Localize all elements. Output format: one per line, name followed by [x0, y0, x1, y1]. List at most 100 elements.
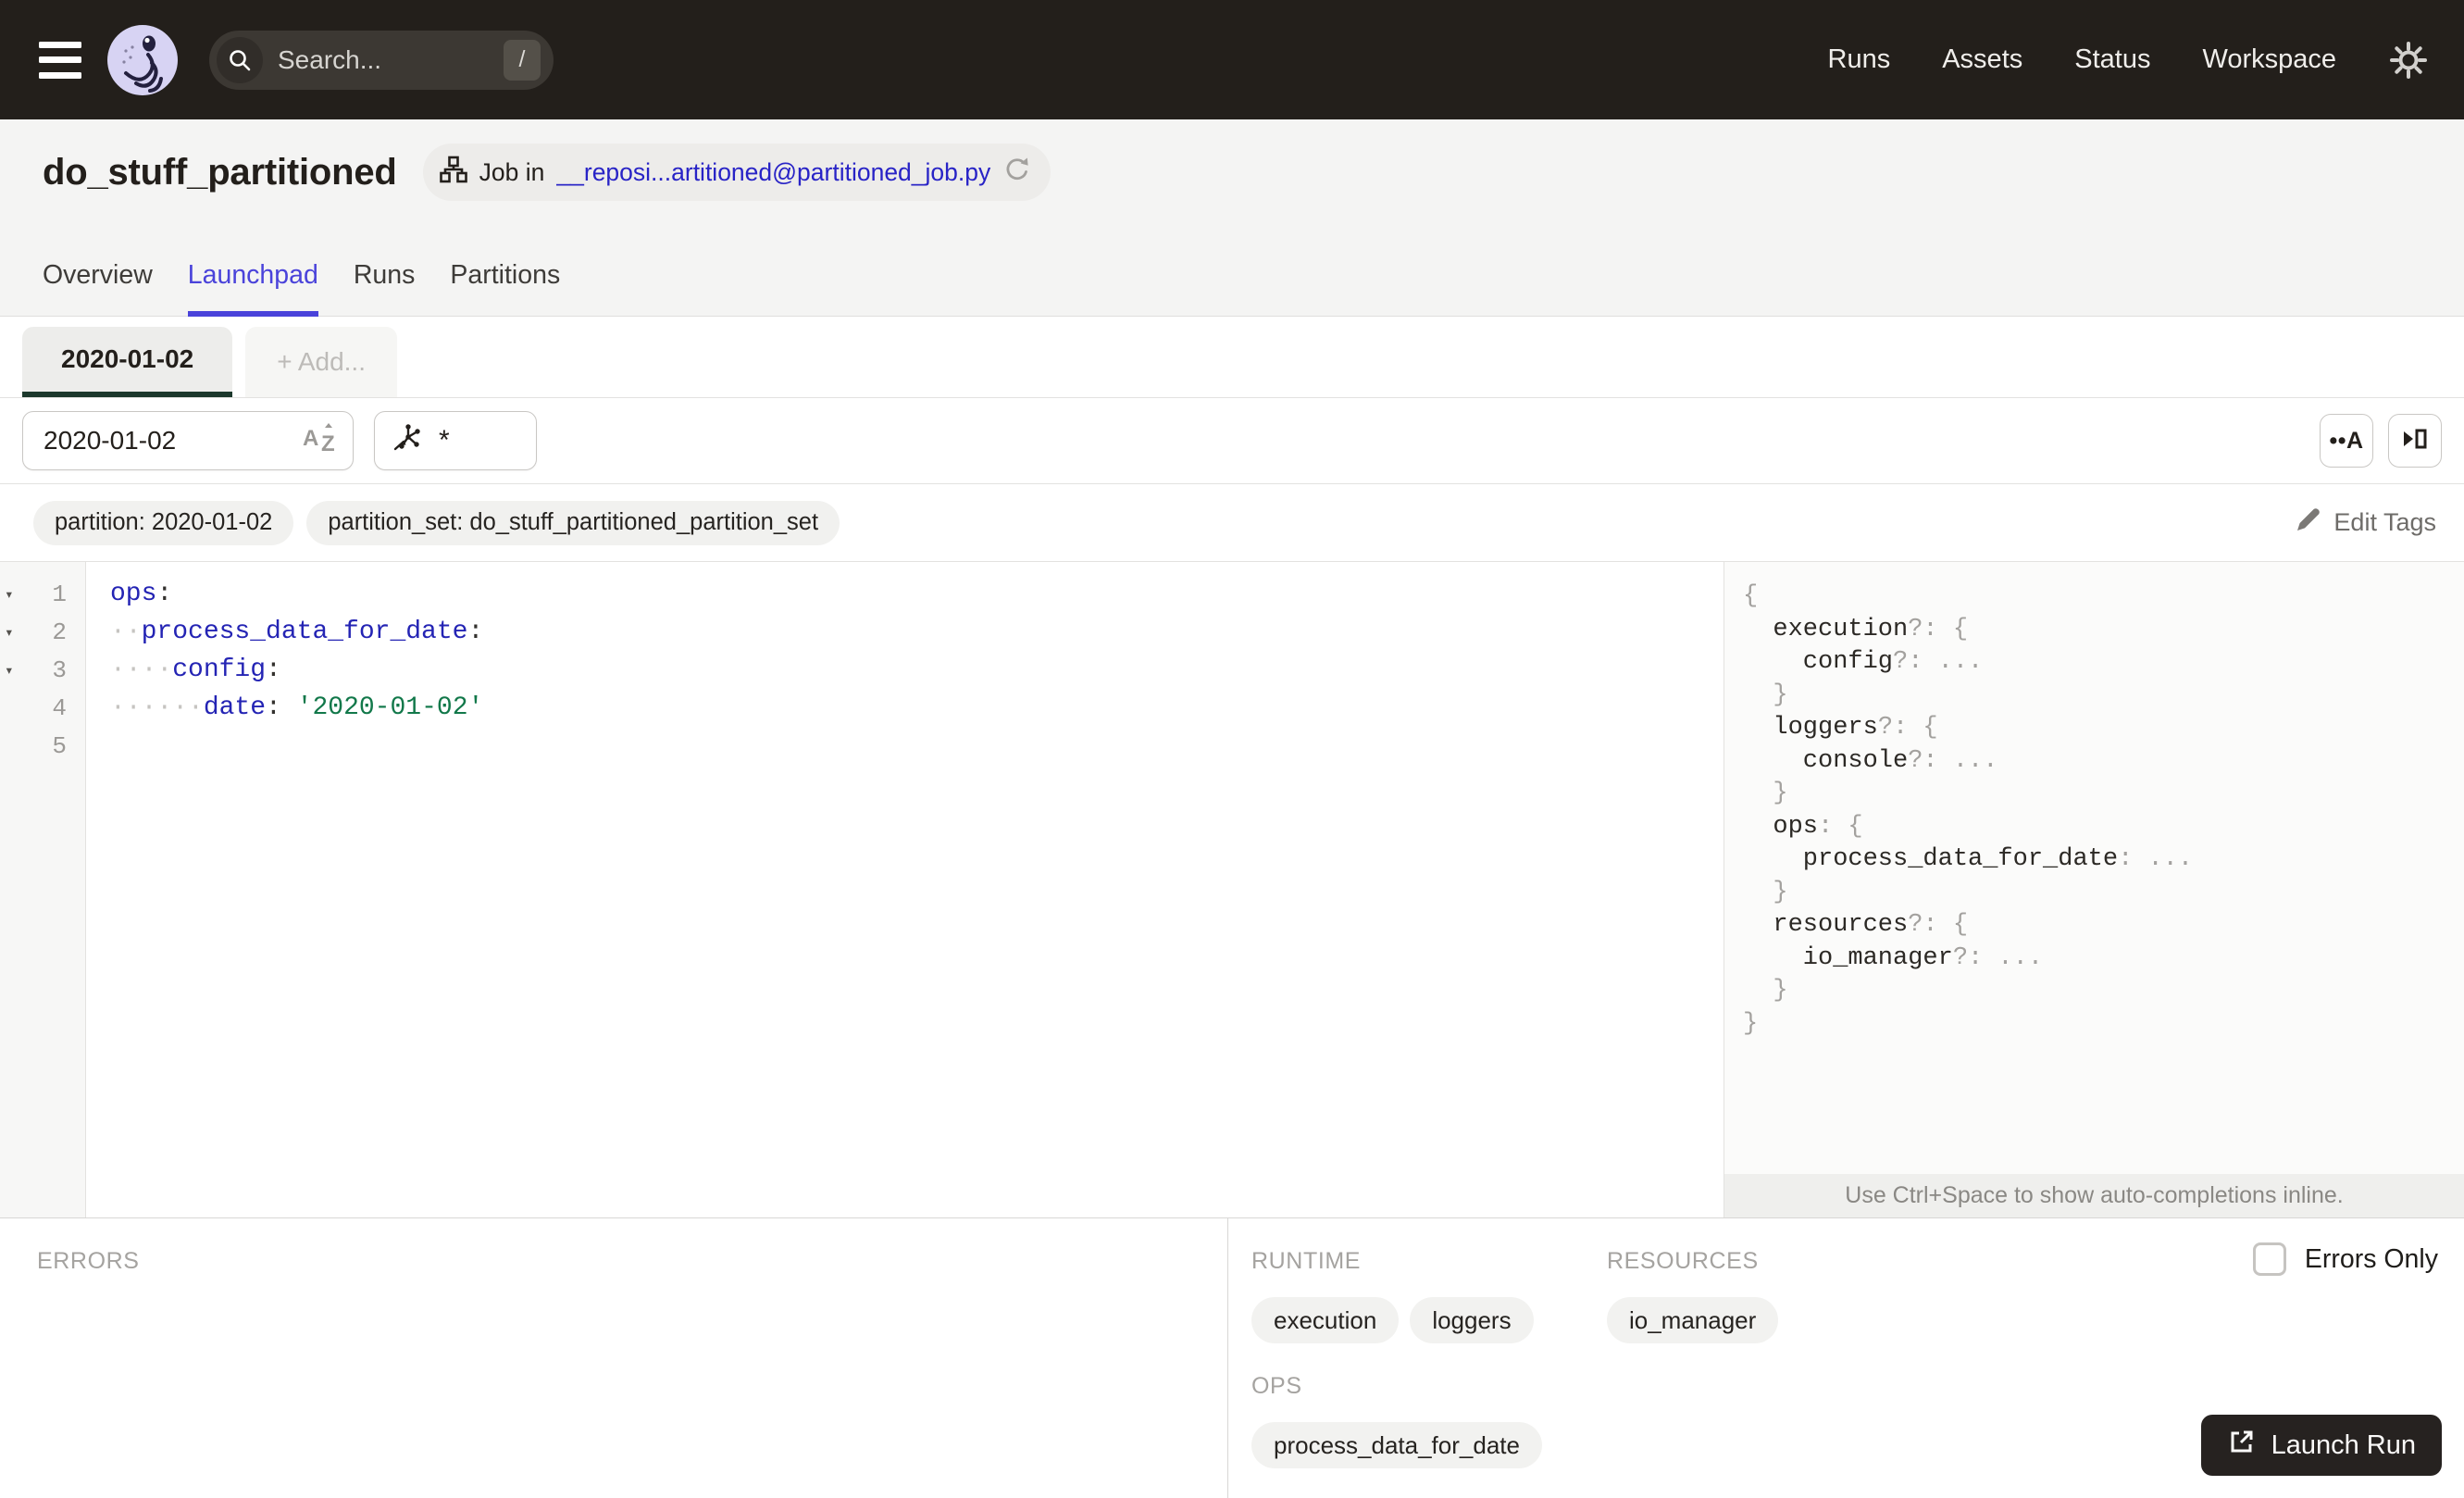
schema-line: } [1773, 780, 1788, 807]
errors-only-control: Errors Only [2252, 1242, 2438, 1276]
tag-partition-set: partition_set: do_stuff_partitioned_part… [306, 500, 840, 545]
gear-icon[interactable] [2388, 40, 2429, 81]
schema-line: } [1743, 1009, 1759, 1038]
launchpad-page: / Runs Assets Status Workspace do_stuff_… [0, 0, 2464, 1498]
tab-overview[interactable]: Overview [43, 260, 153, 316]
errors-only-checkbox[interactable] [2252, 1242, 2286, 1276]
gutter-row: 4 [0, 689, 85, 727]
session-tab-active[interactable]: 2020-01-02 [22, 327, 233, 397]
op-selector[interactable]: * [374, 411, 537, 470]
search-input[interactable] [278, 44, 504, 75]
whitespace-icon: ••A [2329, 427, 2364, 454]
job-origin-badge: Job in __reposi...artitioned@partitioned… [422, 144, 1052, 201]
yaml-editor-textarea[interactable]: ops: ··process_data_for_date: ····config… [86, 562, 1724, 1217]
resources-tag-io-manager[interactable]: io_manager [1606, 1297, 1779, 1343]
tab-runs[interactable]: Runs [354, 260, 416, 316]
sort-alphabetical-icon[interactable]: A Z [301, 420, 338, 462]
gutter-row: 5 [0, 727, 85, 765]
code-line: ····config: [110, 655, 281, 684]
code-line: ··process_data_for_date: [110, 618, 484, 646]
launch-icon [2227, 1427, 2257, 1464]
svg-text:A: A [303, 426, 318, 451]
tab-partitions[interactable]: Partitions [450, 260, 560, 316]
runtime-tag-loggers[interactable]: loggers [1410, 1297, 1534, 1343]
fold-arrow-icon[interactable]: ▾ [5, 585, 14, 604]
resources-column: RESOURCES io_manager [1606, 1248, 1779, 1468]
toggle-whitespace-button[interactable]: ••A [2320, 414, 2373, 468]
fold-arrow-icon[interactable]: ▾ [5, 661, 14, 680]
edit-tags-label: Edit Tags [2333, 508, 2436, 536]
search-icon [217, 36, 263, 83]
bottom-panel: ERRORS RUNTIME execution loggers OPS pro… [0, 1217, 2464, 1498]
line-number: 1 [52, 580, 67, 608]
config-schema-panel: { execution?: { config?: ... } loggers?:… [1724, 562, 2464, 1217]
gutter-row: ▾ 1 [0, 575, 85, 613]
line-number: 5 [52, 731, 67, 760]
ops-tag-process-data-for-date[interactable]: process_data_for_date [1251, 1422, 1542, 1468]
gutter-row: ▾ 3 [0, 651, 85, 689]
session-tab-row: 2020-01-02 + Add... [0, 317, 2464, 398]
schema-line: { [1743, 582, 1759, 610]
editor-region: ▾ 1 ▾ 2 ▾ 3 4 5 ops: ··process_data_for_… [0, 562, 2464, 1217]
nav-link-runs[interactable]: Runs [1828, 44, 1891, 75]
toggle-pane-button[interactable] [2388, 414, 2442, 468]
runtime-heading: RUNTIME [1251, 1248, 1362, 1274]
code-line: ······date: '2020-01-02' [110, 693, 484, 722]
play-pane-icon [2400, 424, 2430, 458]
errors-only-label: Errors Only [2304, 1243, 2438, 1274]
line-number: 4 [52, 693, 67, 722]
schema-line: } [1773, 680, 1788, 709]
partition-picker: A Z [22, 411, 354, 470]
add-session-tab[interactable]: + Add... [245, 327, 397, 397]
job-graph-icon [439, 156, 467, 190]
job-badge-prefix: Job in [479, 157, 545, 186]
tag-partition: partition: 2020-01-02 [33, 500, 294, 545]
ops-column: OPS process_data_for_date [1251, 1373, 1542, 1468]
editor-gutter: ▾ 1 ▾ 2 ▾ 3 4 5 [0, 562, 86, 1217]
schema-line: config?: ... [1802, 648, 1984, 676]
errors-heading: ERRORS [37, 1248, 140, 1274]
reload-icon[interactable] [1002, 155, 1032, 191]
ops-heading: OPS [1251, 1373, 1302, 1399]
line-number: 3 [52, 655, 67, 684]
hamburger-menu-icon[interactable] [39, 41, 81, 79]
errors-pane: ERRORS [0, 1218, 1228, 1498]
code-line: ops: [110, 580, 173, 608]
runtime-column: RUNTIME execution loggers OPS process_da… [1251, 1248, 1542, 1468]
gutter-row: ▾ 2 [0, 613, 85, 651]
search-shortcut-badge: / [504, 39, 541, 81]
launch-run-button[interactable]: Launch Run [2200, 1415, 2442, 1476]
schema-line: execution?: { [1773, 615, 1969, 643]
launch-run-label: Launch Run [2271, 1429, 2416, 1460]
nav-link-workspace[interactable]: Workspace [2202, 44, 2336, 75]
fold-arrow-icon[interactable]: ▾ [5, 623, 14, 642]
nav-links: Runs Assets Status Workspace [1828, 44, 2336, 75]
schema-line: resources?: { [1773, 911, 1969, 939]
nav-link-assets[interactable]: Assets [1942, 44, 2022, 75]
op-graph-icon [392, 420, 425, 461]
line-number: 2 [52, 618, 67, 646]
schema-line: } [1773, 878, 1788, 906]
title-row: do_stuff_partitioned Job in __reposi...a… [43, 144, 2464, 201]
op-selector-value: * [439, 425, 450, 456]
config-bar: A Z [0, 398, 2464, 484]
runtime-tag-execution[interactable]: execution [1251, 1297, 1400, 1343]
schema-line: process_data_for_date: ... [1802, 845, 2194, 873]
tags-row: partition: 2020-01-02 partition_set: do_… [0, 484, 2464, 562]
resources-heading: RESOURCES [1606, 1248, 1759, 1274]
global-search: / [209, 30, 554, 90]
top-nav: / Runs Assets Status Workspace [0, 0, 2464, 119]
pencil-icon [2295, 506, 2322, 540]
tab-launchpad[interactable]: Launchpad [187, 260, 318, 317]
dagster-logo[interactable] [107, 24, 178, 95]
autocomplete-hint: Use Ctrl+Space to show auto-completions … [1724, 1174, 2464, 1217]
run-preview-pane: RUNTIME execution loggers OPS process_da… [1228, 1218, 2464, 1498]
page-title: do_stuff_partitioned [43, 151, 397, 193]
svg-text:Z: Z [321, 431, 335, 456]
edit-tags-button[interactable]: Edit Tags [2295, 506, 2436, 540]
nav-link-status[interactable]: Status [2074, 44, 2150, 75]
job-origin-link[interactable]: __reposi...artitioned@partitioned_job.py [556, 158, 990, 187]
partition-input[interactable] [31, 426, 301, 456]
schema-line: io_manager?: ... [1802, 943, 2044, 972]
